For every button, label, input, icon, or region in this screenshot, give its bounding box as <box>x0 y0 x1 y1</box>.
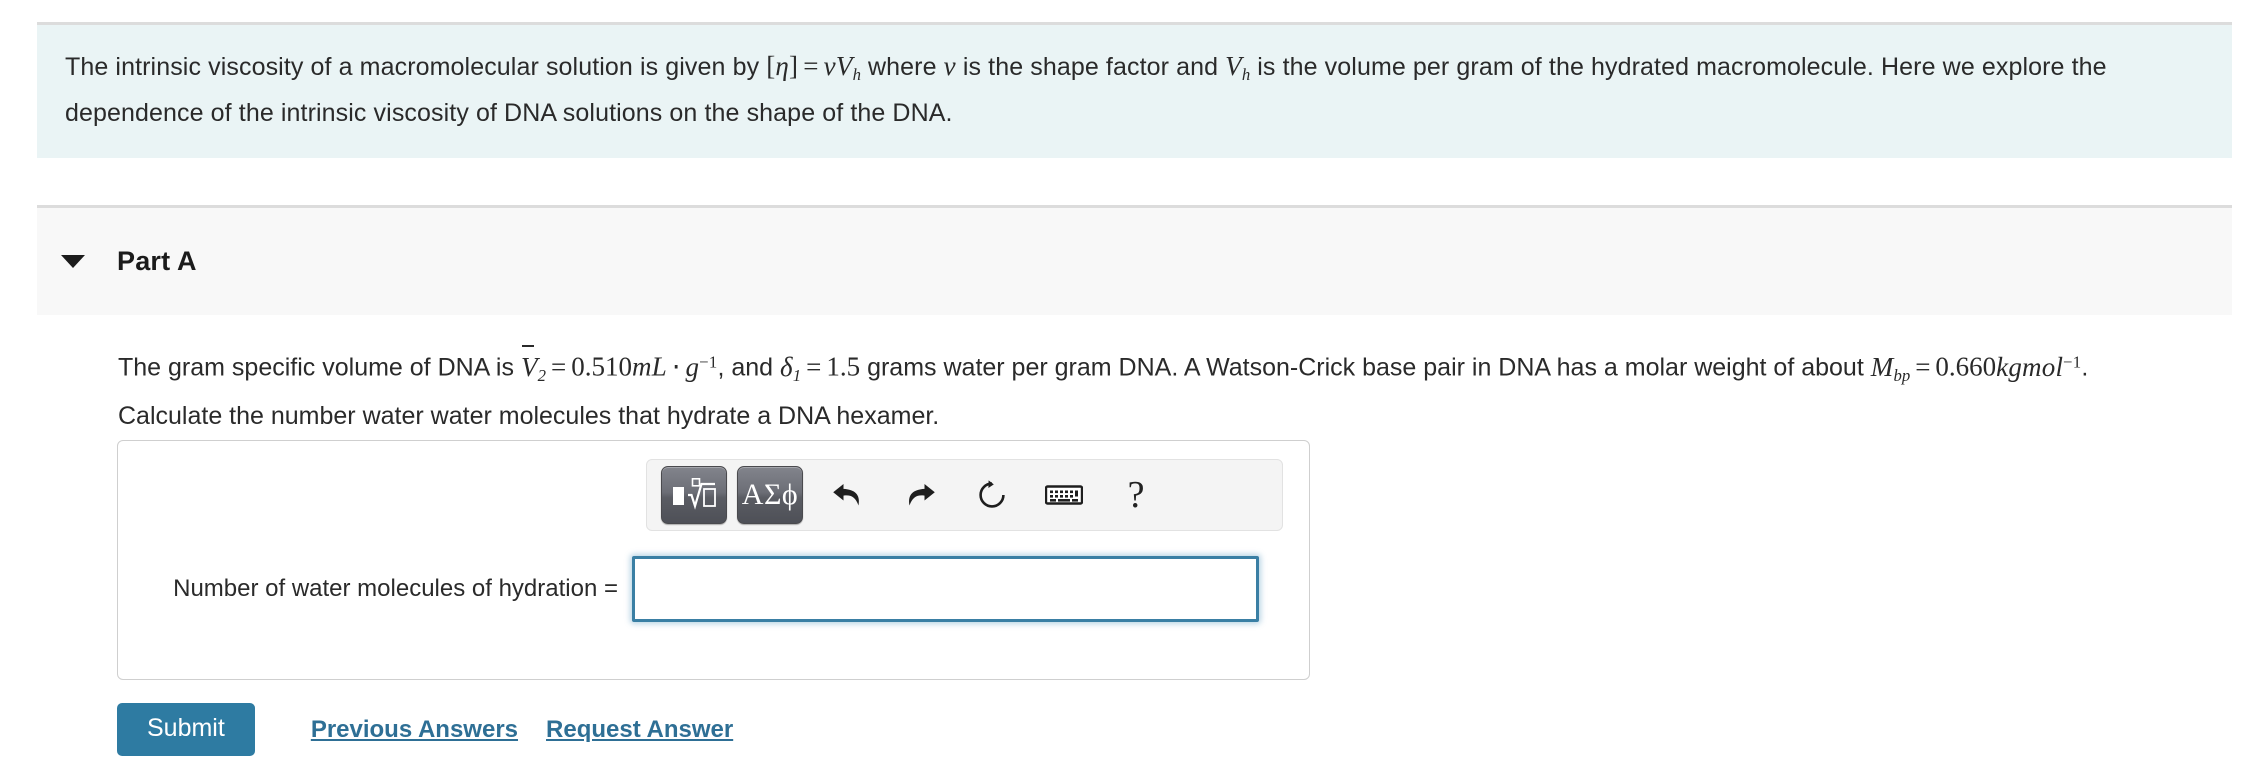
submit-button[interactable]: Submit <box>117 703 255 756</box>
question-V-sub: 2 <box>537 365 547 385</box>
question-delta-term: δ1 <box>780 351 802 385</box>
undo-arrow-glyph <box>833 484 859 506</box>
intro-text-part1: The intrinsic viscosity of a macromolecu… <box>65 53 760 81</box>
intro-formula-eta-brackets: [η] = νVh <box>766 51 861 85</box>
request-answer-link[interactable]: Request Answer <box>546 716 733 744</box>
math-toolbar: ΑΣϕ ? <box>646 459 1283 531</box>
question-g: g <box>685 351 700 382</box>
intro-V-2: V <box>1225 51 1242 81</box>
intro-text: The intrinsic viscosity of a macromolecu… <box>65 47 2204 132</box>
part-a-header[interactable]: Part A <box>37 205 2232 315</box>
chevron-down-icon[interactable] <box>61 255 85 268</box>
question-cdot: ⋅ <box>671 351 681 382</box>
reset-circular-arrow-glyph <box>979 480 1005 508</box>
intro-equals: = <box>803 51 819 81</box>
answer-row: Number of water molecules of hydration = <box>118 556 1309 622</box>
greek-symbols-button[interactable]: ΑΣϕ <box>737 466 803 524</box>
question-unit-mL: mL <box>632 351 667 382</box>
overline-bar <box>521 344 534 347</box>
answer-label: Number of water molecules of hydration = <box>173 575 618 602</box>
intro-V-1: V <box>835 51 853 81</box>
answer-input[interactable] <box>632 556 1259 622</box>
question-V: V <box>520 351 538 382</box>
question-value-3: 0.660 <box>1935 351 1997 382</box>
redo-icon[interactable] <box>893 469 947 521</box>
intro-V-sub-1: h <box>852 65 861 85</box>
intro-text-part2: where <box>867 53 937 81</box>
question-M: M <box>1870 351 1894 382</box>
intro-text-part3: is the shape factor and <box>962 53 1219 81</box>
question-V2-term: V2 <box>521 344 547 385</box>
question-line1-c: grams water per gram DNA. A Watson-Crick… <box>867 353 1864 382</box>
reset-icon[interactable] <box>965 469 1019 521</box>
question-delta: δ <box>780 351 793 382</box>
keyboard-icon[interactable] <box>1037 469 1091 521</box>
keyboard-glyph <box>1045 485 1083 505</box>
undo-icon[interactable] <box>821 469 875 521</box>
intro-bracket-right: ] <box>789 51 799 81</box>
redo-arrow-glyph <box>909 484 935 506</box>
intro-eta: η <box>775 51 790 81</box>
page-title: Part A <box>117 246 197 276</box>
question-equals-2: = <box>806 351 822 382</box>
intro-nu-1: ν <box>823 51 836 81</box>
question-equals-1: = <box>551 351 567 382</box>
sqrt-template-icon <box>673 478 716 510</box>
question-value-1: 0.510 <box>571 351 632 382</box>
question-g-exponent: −1 <box>699 352 718 371</box>
assignment-page: The intrinsic viscosity of a macromolecu… <box>0 0 2268 766</box>
question-kgmol-exponent: −1 <box>2063 352 2082 371</box>
question-equals-3: = <box>1915 351 1931 382</box>
help-icon[interactable]: ? <box>1109 469 1163 521</box>
question-delta-sub: 1 <box>792 365 802 385</box>
intro-Vh-1: Vh <box>835 51 861 85</box>
question-body: The gram specific volume of DNA is V2 = 0.… <box>118 342 2118 436</box>
intro-banner: The intrinsic viscosity of a macromolecu… <box>37 22 2232 159</box>
answer-panel: ΑΣϕ ? Number of water molecules of hydra… <box>117 440 1310 680</box>
question-g-term: g−1 <box>686 352 718 382</box>
question-line1-a: The gram specific volume of DNA is <box>118 353 514 382</box>
intro-Vh-2: Vh <box>1225 51 1251 85</box>
greek-symbols-label: ΑΣϕ <box>741 478 799 511</box>
action-bar: Submit Previous Answers Request Answer <box>117 703 733 756</box>
question-text: The gram specific volume of DNA is V2 = 0.… <box>118 342 2118 436</box>
question-value-2: 1.5 <box>826 351 861 382</box>
intro-V-sub-2: h <box>1241 65 1251 85</box>
question-Mbp-term: Mbp <box>1870 351 1911 385</box>
question-unit-kgmol: kgmol <box>1996 351 2064 382</box>
v-bar-overline: V <box>520 344 538 387</box>
question-M-sub: bp <box>1893 365 1911 385</box>
question-unit-kgmol-term: kgmol−1 <box>1996 352 2081 382</box>
question-line1-b: , and <box>717 353 774 382</box>
math-template-button[interactable] <box>661 466 727 524</box>
previous-answers-link[interactable]: Previous Answers <box>311 716 518 744</box>
intro-nu-2: ν <box>943 51 956 81</box>
